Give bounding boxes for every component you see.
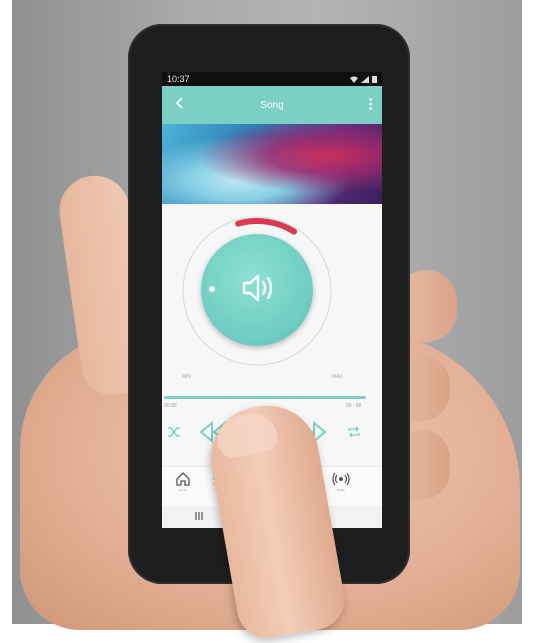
- volume-knob[interactable]: [201, 234, 313, 346]
- chevron-left-icon: [175, 97, 183, 109]
- speaker-icon: [242, 274, 273, 302]
- nav-label: Home: [178, 488, 187, 492]
- track-progress-bar[interactable]: [164, 396, 366, 399]
- elapsed-time: 00:00: [164, 403, 177, 409]
- dial-max-label: MAX: [332, 374, 343, 380]
- shuffle-button[interactable]: [166, 424, 182, 440]
- signal-icon: [361, 75, 369, 83]
- radio-icon: [332, 472, 350, 486]
- nav-item-radio[interactable]: Radio: [326, 471, 356, 503]
- recent-apps-button[interactable]: [194, 511, 204, 524]
- album-cover: [162, 124, 382, 204]
- more-vertical-icon: [368, 98, 372, 110]
- nav-item-home[interactable]: Home: [168, 471, 198, 503]
- shuffle-icon: [168, 427, 180, 437]
- more-options-button[interactable]: [364, 94, 376, 114]
- battery-icon: [372, 76, 377, 83]
- knob-indicator-dot: [209, 286, 215, 292]
- page-title: Song: [260, 99, 284, 111]
- dial-min-label: MIN: [182, 374, 192, 380]
- repeat-icon: [348, 426, 360, 438]
- home-icon: [176, 472, 190, 486]
- nav-label: Radio: [337, 488, 345, 492]
- app-bar: Song: [162, 86, 382, 124]
- repeat-button[interactable]: [346, 424, 362, 440]
- status-time: 10:37: [167, 74, 190, 84]
- status-bar: 10:37: [162, 72, 382, 86]
- wifi-icon: [350, 76, 358, 83]
- recent-apps-icon: [195, 512, 203, 520]
- total-time: 00 : 00: [346, 403, 362, 409]
- back-button[interactable]: [170, 92, 188, 114]
